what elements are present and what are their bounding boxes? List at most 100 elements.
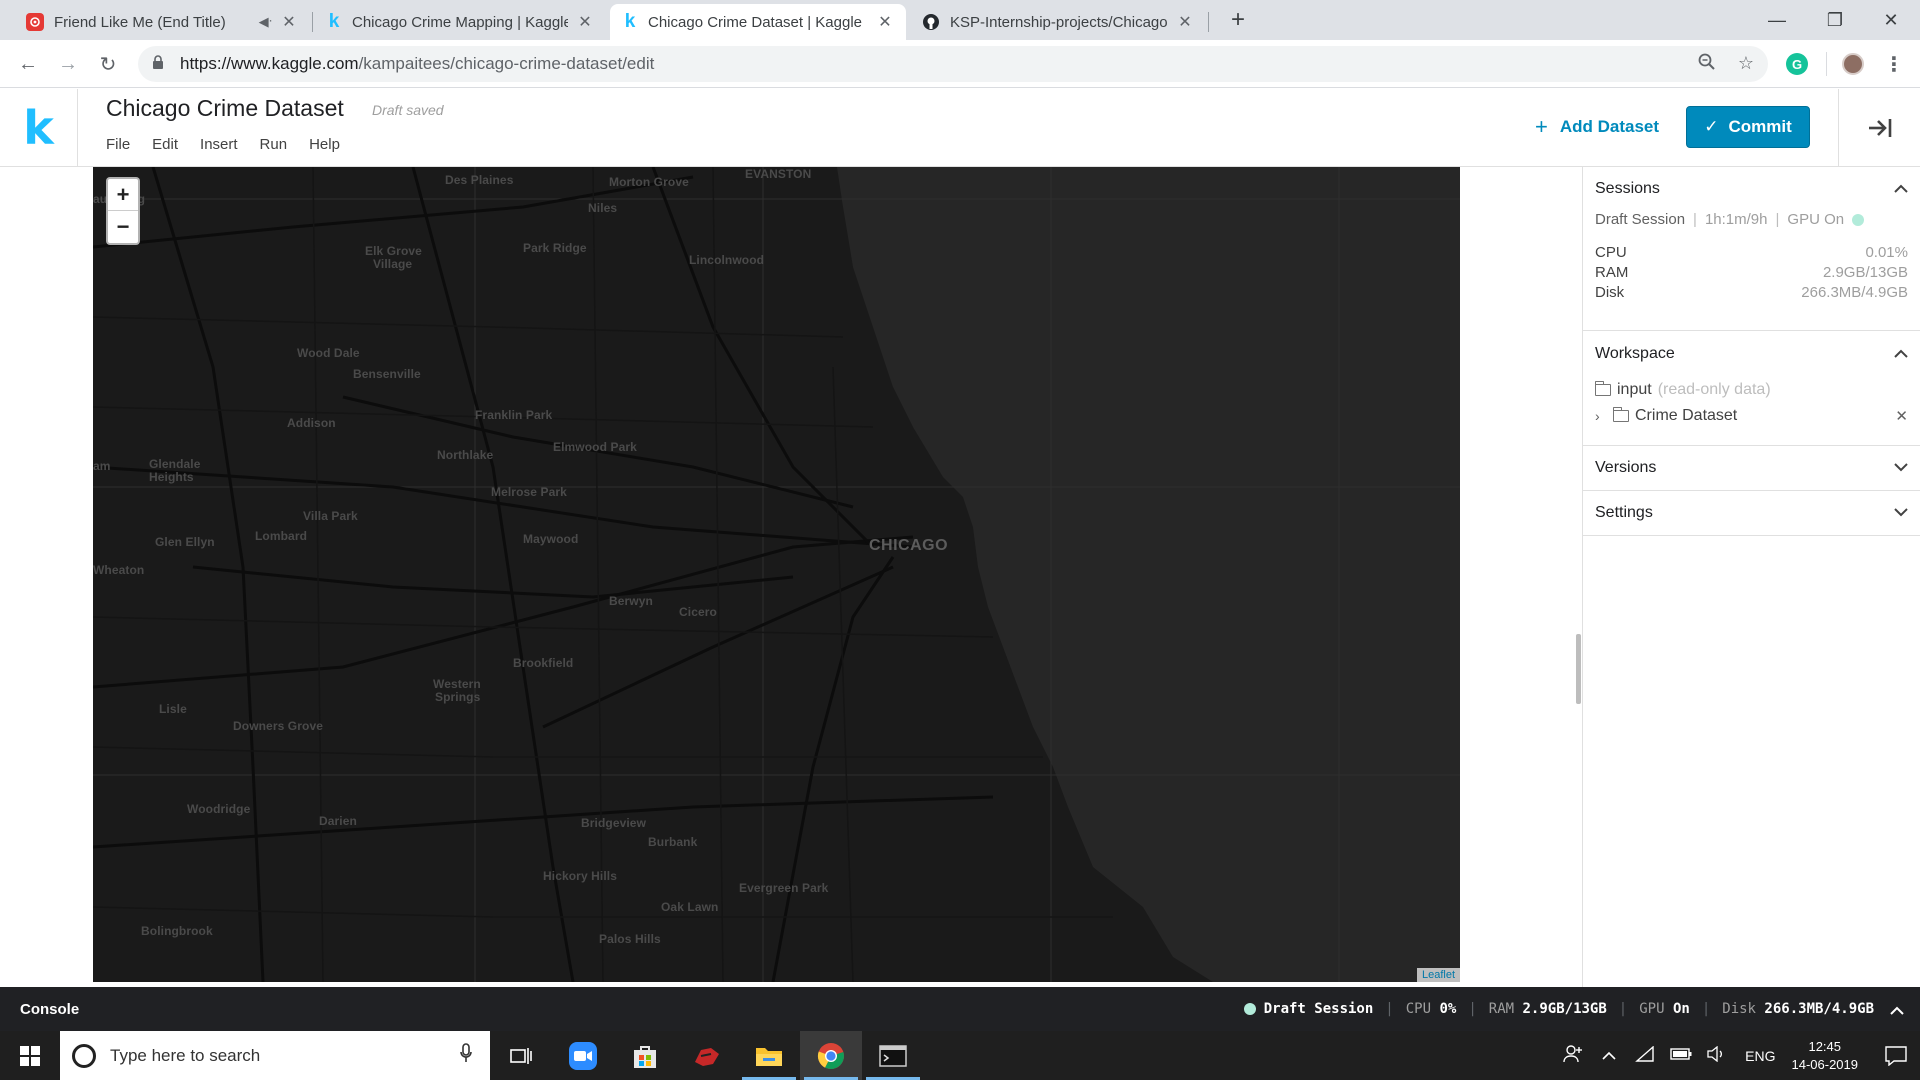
kaggle-icon: k [328, 11, 340, 32]
lock-icon [152, 54, 168, 74]
right-panel: Sessions Draft Session | 1h:1m/9h | GPU … [1582, 167, 1920, 987]
settings-section: Settings [1583, 491, 1920, 536]
close-icon[interactable]: ✕ [280, 12, 298, 32]
console-bar[interactable]: Console Draft Session | CPU 0% | RAM 2.9… [0, 987, 1920, 1031]
close-icon[interactable]: ✕ [1176, 12, 1194, 32]
resource-row: Disk 266.3MB/4.9GB [1595, 282, 1908, 302]
tab-title: Chicago Crime Dataset | Kaggle [648, 13, 862, 31]
window-close-icon[interactable]: ✕ [1862, 0, 1920, 40]
wifi-icon[interactable] [1627, 1044, 1663, 1066]
workspace-input-folder[interactable]: input (read-only data) [1594, 377, 1908, 403]
menu-insert[interactable]: Insert [200, 136, 238, 153]
chevron-right-icon[interactable]: › [1595, 408, 1613, 424]
map-label: Addison [287, 416, 336, 430]
minimize-icon[interactable]: — [1748, 0, 1806, 40]
zoom-app-icon[interactable] [552, 1031, 614, 1080]
zoom-out-button[interactable]: − [108, 211, 138, 243]
map-label: Lisle [159, 702, 187, 716]
grammarly-icon[interactable]: G [1786, 53, 1808, 75]
avatar[interactable] [1842, 53, 1864, 75]
panel-resize-handle[interactable] [1576, 634, 1581, 704]
workspace-dataset-row[interactable]: › Crime Dataset ✕ [1595, 403, 1908, 429]
add-dataset-label: Add Dataset [1559, 117, 1660, 136]
browser-tab[interactable]: k Chicago Crime Mapping | Kaggle ✕ [314, 4, 606, 40]
collapse-panel-icon[interactable] [1838, 89, 1920, 167]
resource-value: 2.9GB/13GB [1822, 263, 1908, 281]
map-label: Western [433, 677, 481, 691]
chrome-icon[interactable] [800, 1031, 862, 1080]
sessions-header[interactable]: Sessions [1595, 167, 1908, 211]
url-text[interactable]: https://www.kaggle.com/kampaitees/chicag… [180, 54, 654, 74]
remove-dataset-icon[interactable]: ✕ [1895, 407, 1908, 425]
reload-icon[interactable]: ↻ [94, 50, 122, 78]
console-status: Draft Session | CPU 0% | RAM 2.9GB/13GB … [1243, 1000, 1904, 1019]
map-label: Lincolnwood [689, 253, 765, 267]
commit-button[interactable]: ✓ Commit [1686, 106, 1810, 148]
chevron-up-icon[interactable] [1890, 1000, 1904, 1019]
game-app-icon[interactable] [676, 1031, 738, 1080]
resource-row: RAM 2.9GB/13GB [1595, 262, 1908, 282]
close-icon[interactable]: ✕ [876, 12, 894, 32]
windows-start-icon[interactable] [0, 1031, 60, 1080]
console-cpu-label: CPU [1405, 1001, 1432, 1017]
restore-icon[interactable]: ❐ [1806, 0, 1864, 40]
chevron-down-icon [1894, 459, 1908, 477]
terminal-icon[interactable] [862, 1031, 924, 1080]
folder-icon [1612, 407, 1629, 422]
versions-header[interactable]: Versions [1595, 446, 1908, 490]
settings-heading: Settings [1595, 504, 1653, 521]
file-explorer-icon[interactable] [738, 1031, 800, 1080]
resource-label: RAM [1595, 263, 1629, 281]
new-tab-button[interactable]: + [1224, 6, 1252, 34]
map-label: Melrose Park [491, 485, 567, 499]
url-host: https://www.kaggle.com [180, 54, 359, 73]
language-indicator[interactable]: ENG [1745, 1048, 1775, 1064]
kaggle-logo[interactable]: k [0, 89, 78, 167]
notification-icon[interactable] [1872, 1031, 1920, 1080]
speaker-icon[interactable]: ◀ᐧ [259, 14, 272, 30]
map-label: Park Ridge [523, 241, 587, 255]
settings-header[interactable]: Settings [1595, 491, 1908, 535]
sessions-section: Sessions Draft Session | 1h:1m/9h | GPU … [1583, 167, 1920, 331]
system-clock[interactable]: 12:45 14-06-2019 [1792, 1038, 1859, 1074]
console-session: Draft Session [1263, 1001, 1374, 1017]
tab-separator [1208, 12, 1209, 32]
store-app-icon[interactable] [614, 1031, 676, 1080]
browser-tab[interactable]: Friend Like Me (End Title) ◀ᐧ ✕ [14, 4, 310, 40]
map-label: Berwyn [609, 594, 653, 608]
battery-icon[interactable] [1663, 1047, 1699, 1064]
dataset-label: Crime Dataset [1635, 407, 1738, 424]
menu-dots-icon[interactable]: ⋮ [1880, 50, 1908, 78]
page-title[interactable]: Chicago Crime Dataset [106, 95, 344, 122]
leaflet-attribution[interactable]: Leaflet [1416, 968, 1460, 982]
menu-help[interactable]: Help [309, 136, 340, 153]
forward-icon[interactable]: → [54, 50, 82, 78]
add-dataset-button[interactable]: + Add Dataset [1535, 107, 1659, 147]
close-icon[interactable]: ✕ [576, 12, 594, 32]
back-icon[interactable]: ← [14, 50, 42, 78]
crime-map[interactable]: EVANSTON Des Plaines Morton Grove aumbur… [93, 167, 1460, 982]
menu-run[interactable]: Run [260, 136, 288, 153]
workspace-header[interactable]: Workspace [1595, 331, 1908, 377]
map-label: Heights [149, 470, 194, 484]
draft-status: Draft saved [372, 102, 444, 118]
zoom-icon[interactable] [1698, 53, 1716, 76]
chevron-up-icon[interactable] [1591, 1047, 1627, 1064]
taskbar-search-input[interactable]: Type here to search [60, 1031, 490, 1080]
microphone-icon[interactable] [460, 1043, 472, 1068]
bookmark-star-icon[interactable]: ☆ [1738, 53, 1754, 76]
browser-tab[interactable]: KSP-Internship-projects/Chicago ✕ [910, 4, 1206, 40]
zoom-in-button[interactable]: + [108, 179, 138, 211]
map-label: Cicero [679, 605, 717, 619]
resource-value: 0.01% [1865, 243, 1908, 261]
people-icon[interactable] [1555, 1044, 1591, 1067]
address-bar[interactable]: https://www.kaggle.com/kampaitees/chicag… [138, 46, 1768, 82]
menu-edit[interactable]: Edit [152, 136, 178, 153]
browser-tab-active[interactable]: k Chicago Crime Dataset | Kaggle ✕ [610, 4, 906, 40]
task-view-icon[interactable] [490, 1031, 552, 1080]
map-label: Morton Grove [609, 175, 689, 189]
console-label[interactable]: Console [20, 1001, 79, 1018]
map-label: Burbank [648, 835, 698, 849]
menu-file[interactable]: File [106, 136, 130, 153]
volume-icon[interactable] [1699, 1045, 1735, 1066]
